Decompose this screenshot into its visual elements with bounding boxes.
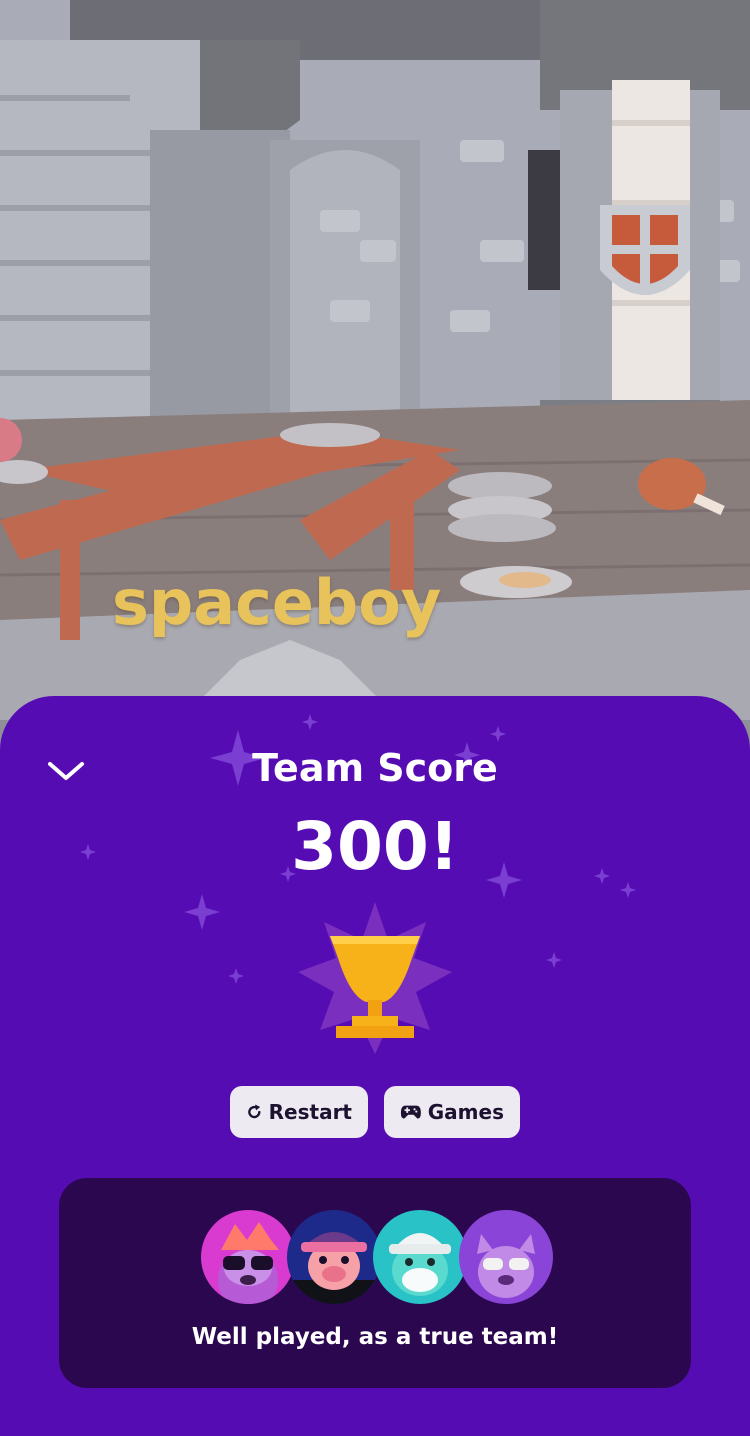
- teal-bear-avatar: [373, 1210, 467, 1304]
- purple-cat-avatar: [459, 1210, 553, 1304]
- team-message: Well played, as a true team!: [191, 1324, 559, 1350]
- gamepad-icon: [400, 1105, 421, 1119]
- pig-cap-avatar: [287, 1210, 381, 1304]
- team-avatars: [201, 1210, 553, 1306]
- games-label: Games: [427, 1100, 504, 1124]
- game-scene: spaceboy: [0, 0, 750, 720]
- action-buttons: Restart Games: [0, 1086, 750, 1138]
- team-score-value: 300!: [291, 808, 459, 885]
- team-score-panel: Team Score 300! Restart Games Well playe…: [0, 696, 750, 1436]
- pink-sloth-avatar: [201, 1210, 295, 1304]
- trophy-icon: [298, 902, 452, 1054]
- panel-title: Team Score: [252, 746, 498, 790]
- games-button[interactable]: Games: [384, 1086, 520, 1138]
- restart-icon: [248, 1104, 261, 1119]
- restart-button[interactable]: Restart: [230, 1086, 368, 1138]
- player-name-label: spaceboy: [112, 566, 442, 639]
- restart-label: Restart: [268, 1100, 352, 1124]
- team-card: Well played, as a true team!: [59, 1178, 691, 1388]
